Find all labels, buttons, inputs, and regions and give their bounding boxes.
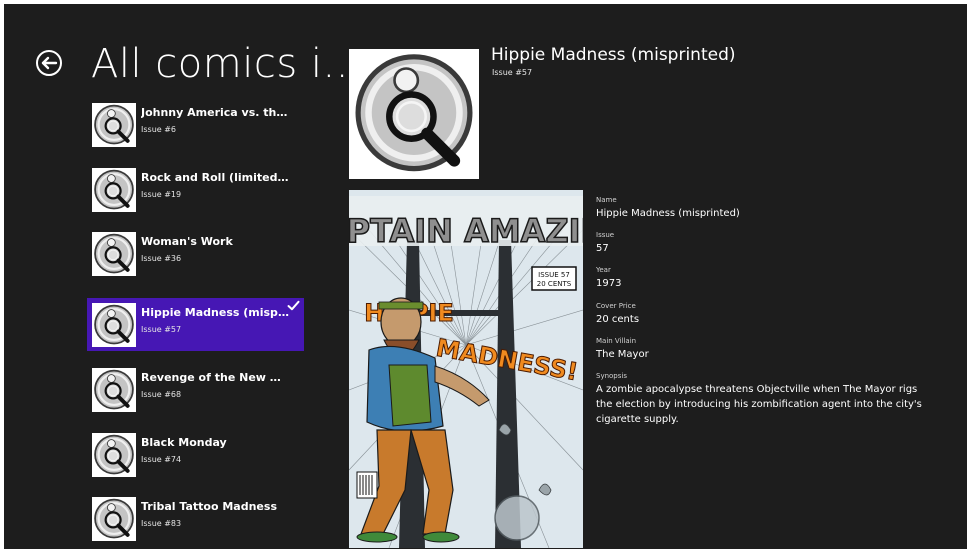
field-cover-price: Cover Price 20 cents: [596, 302, 936, 327]
detail-thumbnail: [349, 49, 479, 179]
field-value: 20 cents: [596, 314, 640, 325]
field-value: Hippie Madness (misprinted): [596, 208, 740, 219]
field-label: Issue: [596, 231, 615, 239]
field-value: 57: [596, 243, 609, 254]
svg-text:CAPTAIN AMAZING: CAPTAIN AMAZING: [349, 212, 583, 250]
magnifier-placeholder-icon: [92, 232, 136, 276]
list-item[interactable]: Woman's Work Issue #36: [87, 227, 304, 280]
magnifier-placeholder-icon: [92, 497, 136, 541]
back-button[interactable]: [35, 49, 63, 77]
field-name: Name Hippie Madness (misprinted): [596, 196, 936, 221]
comic-title: Revenge of the New Wave Freaks (damaged): [141, 371, 291, 384]
field-value: 1973: [596, 278, 622, 289]
comic-issue: Issue #36: [141, 254, 182, 263]
field-label: Name: [596, 196, 617, 204]
field-label: Cover Price: [596, 302, 636, 310]
comic-title: Hippie Madness (misprinted): [141, 306, 291, 319]
comic-issue: Issue #6: [141, 125, 177, 134]
page-title: All comics i...: [91, 41, 363, 87]
list-item-selected[interactable]: Hippie Madness (misprinted) Issue #57: [87, 298, 304, 351]
comic-thumbnail: [92, 232, 136, 276]
magnifier-placeholder-icon: [92, 168, 136, 212]
comic-title: Woman's Work: [141, 235, 233, 248]
field-main-villain: Main Villain The Mayor: [596, 337, 936, 362]
comic-title: Johnny America vs. the Pinko: [141, 106, 291, 119]
field-synopsis: Synopsis A zombie apocalypse threatens O…: [596, 372, 936, 427]
svg-text:20 CENTS: 20 CENTS: [537, 280, 572, 288]
comic-title: Rock and Roll (limited edition): [141, 171, 291, 184]
cover-illustration: CAPTAIN AMAZING ISSUE 57 20 CENTS HIPPIE…: [349, 190, 583, 548]
list-item[interactable]: Revenge of the New Wave Freaks (damaged)…: [87, 363, 304, 416]
checkmark-icon: [287, 300, 300, 311]
comic-thumbnail: [92, 303, 136, 347]
detail-title: Hippie Madness (misprinted): [491, 45, 736, 65]
list-item[interactable]: Johnny America vs. the Pinko Issue #6: [87, 98, 304, 151]
list-item[interactable]: Rock and Roll (limited edition) Issue #1…: [87, 163, 304, 216]
field-year: Year 1973: [596, 266, 936, 291]
app-window: All comics i... Johnny America vs. the P…: [4, 4, 967, 549]
comic-thumbnail: [92, 368, 136, 412]
detail-issue: Issue #57: [492, 68, 533, 77]
comic-issue: Issue #74: [141, 455, 182, 464]
comic-issue: Issue #83: [141, 519, 182, 528]
field-label: Synopsis: [596, 372, 627, 380]
comic-cover-image: CAPTAIN AMAZING ISSUE 57 20 CENTS HIPPIE…: [349, 190, 583, 548]
comic-thumbnail: [92, 168, 136, 212]
field-value: The Mayor: [596, 349, 649, 360]
comic-thumbnail: [92, 103, 136, 147]
field-label: Main Villain: [596, 337, 637, 345]
comic-thumbnail: [92, 433, 136, 477]
magnifier-placeholder-icon: [92, 303, 136, 347]
comic-title: Black Monday: [141, 436, 227, 449]
list-item[interactable]: Black Monday Issue #74: [87, 428, 304, 481]
field-value: A zombie apocalypse threatens Objectvill…: [596, 384, 922, 425]
magnifier-placeholder-icon: [92, 433, 136, 477]
comic-title: Tribal Tattoo Madness: [141, 500, 277, 513]
list-item[interactable]: Tribal Tattoo Madness Issue #83: [87, 492, 304, 545]
back-arrow-icon: [36, 50, 62, 76]
comic-issue: Issue #68: [141, 390, 182, 399]
field-label: Year: [596, 266, 611, 274]
comic-issue: Issue #19: [141, 190, 182, 199]
magnifier-placeholder-icon: [349, 49, 479, 179]
field-issue: Issue 57: [596, 231, 936, 256]
comic-thumbnail: [92, 497, 136, 541]
magnifier-placeholder-icon: [92, 368, 136, 412]
comic-issue: Issue #57: [141, 325, 182, 334]
magnifier-placeholder-icon: [92, 103, 136, 147]
svg-text:ISSUE 57: ISSUE 57: [538, 271, 570, 279]
